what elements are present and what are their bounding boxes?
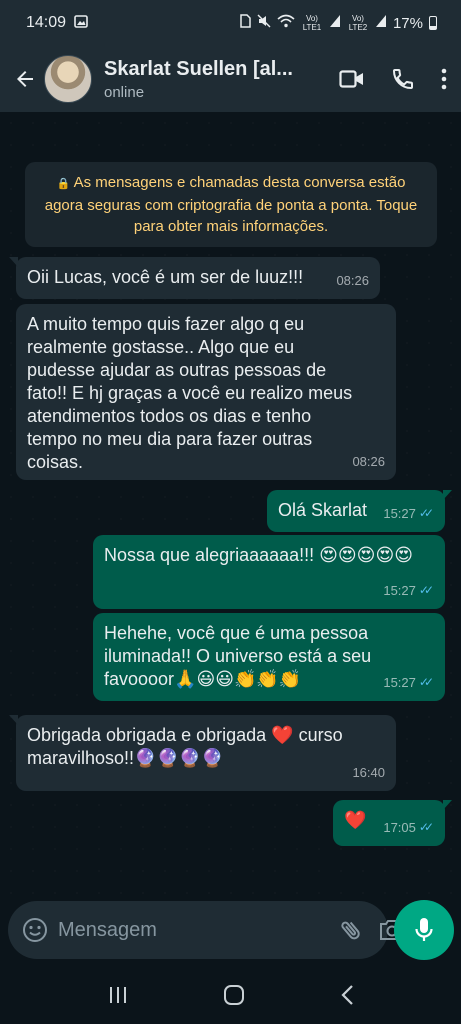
battery-percent: 17% [392,14,423,32]
read-ticks-icon: ✓✓ [418,675,434,689]
chat-header: Skarlat Suellen [al... online [0,46,461,112]
message-time: 17:05 [383,820,416,835]
chat-area[interactable]: 🔒 As mensagens e chamadas desta conversa… [0,112,461,902]
encryption-notice[interactable]: 🔒 As mensagens e chamadas desta conversa… [25,162,437,247]
message-incoming[interactable]: Oii Lucas, você é um ser de luuz!!! 08:2… [9,257,380,299]
message-time: 15:27 [383,675,416,690]
message-text: ❤️ [344,810,367,830]
contact-info[interactable]: Skarlat Suellen [al... online [104,58,299,101]
recent-apps-icon[interactable] [107,985,129,1005]
mute-icon [257,14,271,32]
message-incoming[interactable]: Obrigada obrigada e obrigada ❤️ curso ma… [9,715,396,791]
signal-icon-1 [329,14,341,32]
attach-icon[interactable] [339,918,363,942]
message-input[interactable] [58,918,323,942]
message-incoming[interactable]: A muito tempo quis fazer algo q eu realm… [16,304,396,480]
read-ticks-icon: ✓✓ [418,506,434,520]
message-text: Nossa que alegriaaaaaa!!! 😍😍😍😍😍 [104,545,413,565]
back-nav-icon[interactable] [340,984,354,1006]
microphone-icon [414,917,434,943]
more-options-icon[interactable] [441,68,447,90]
message-outgoing[interactable]: ❤️ 17:05 ✓✓ [333,800,452,846]
message-time: 08:26 [336,273,369,288]
message-time: 15:27 [383,506,416,521]
contact-status: online [104,83,145,101]
message-outgoing[interactable]: Hehehe, você que é uma pessoa iluminada!… [93,613,445,701]
lte2-label: Vo) LTE2 [348,14,368,32]
message-time: 16:40 [352,765,385,780]
voice-call-icon[interactable] [391,67,415,91]
message-outgoing[interactable]: Nossa que alegriaaaaaa!!! 😍😍😍😍😍 15:27 ✓✓ [93,535,445,609]
video-call-icon[interactable] [339,69,365,89]
message-text: A muito tempo quis fazer algo q eu realm… [27,314,353,472]
lte1-label: Vo) LTE1 [302,14,322,32]
lock-icon: 🔒 [56,178,71,190]
microphone-button[interactable] [394,900,454,960]
home-icon[interactable] [223,984,245,1006]
message-text: Olá Skarlat [278,500,368,520]
read-ticks-icon: ✓✓ [418,583,434,597]
clock: 14:09 [26,14,67,31]
message-composer [8,901,404,959]
contact-name: Skarlat Suellen [al... [104,57,293,80]
gallery-notification-icon [74,15,88,31]
wifi-icon [277,14,295,32]
message-time: 15:27 [383,583,416,598]
message-text: Obrigada obrigada e obrigada ❤️ curso ma… [27,725,343,768]
message-time: 08:26 [352,454,385,469]
message-text: Oii Lucas, você é um ser de luuz!!! [27,267,304,287]
avatar[interactable] [44,55,92,103]
message-text: Hehehe, você que é uma pessoa iluminada!… [104,623,372,689]
sim-icon [240,14,251,32]
system-navigation-bar [0,966,461,1024]
message-outgoing[interactable]: Olá Skarlat 15:27 ✓✓ [267,490,452,532]
battery-icon [429,16,437,30]
status-bar: 14:09 Vo) LTE1 Vo) LTE2 17% [0,0,461,46]
encryption-notice-text: As mensagens e chamadas desta conversa e… [44,174,418,235]
signal-icon-2 [375,14,387,32]
read-ticks-icon: ✓✓ [418,820,434,834]
back-arrow-icon[interactable] [6,67,44,91]
emoji-icon[interactable] [22,917,48,943]
